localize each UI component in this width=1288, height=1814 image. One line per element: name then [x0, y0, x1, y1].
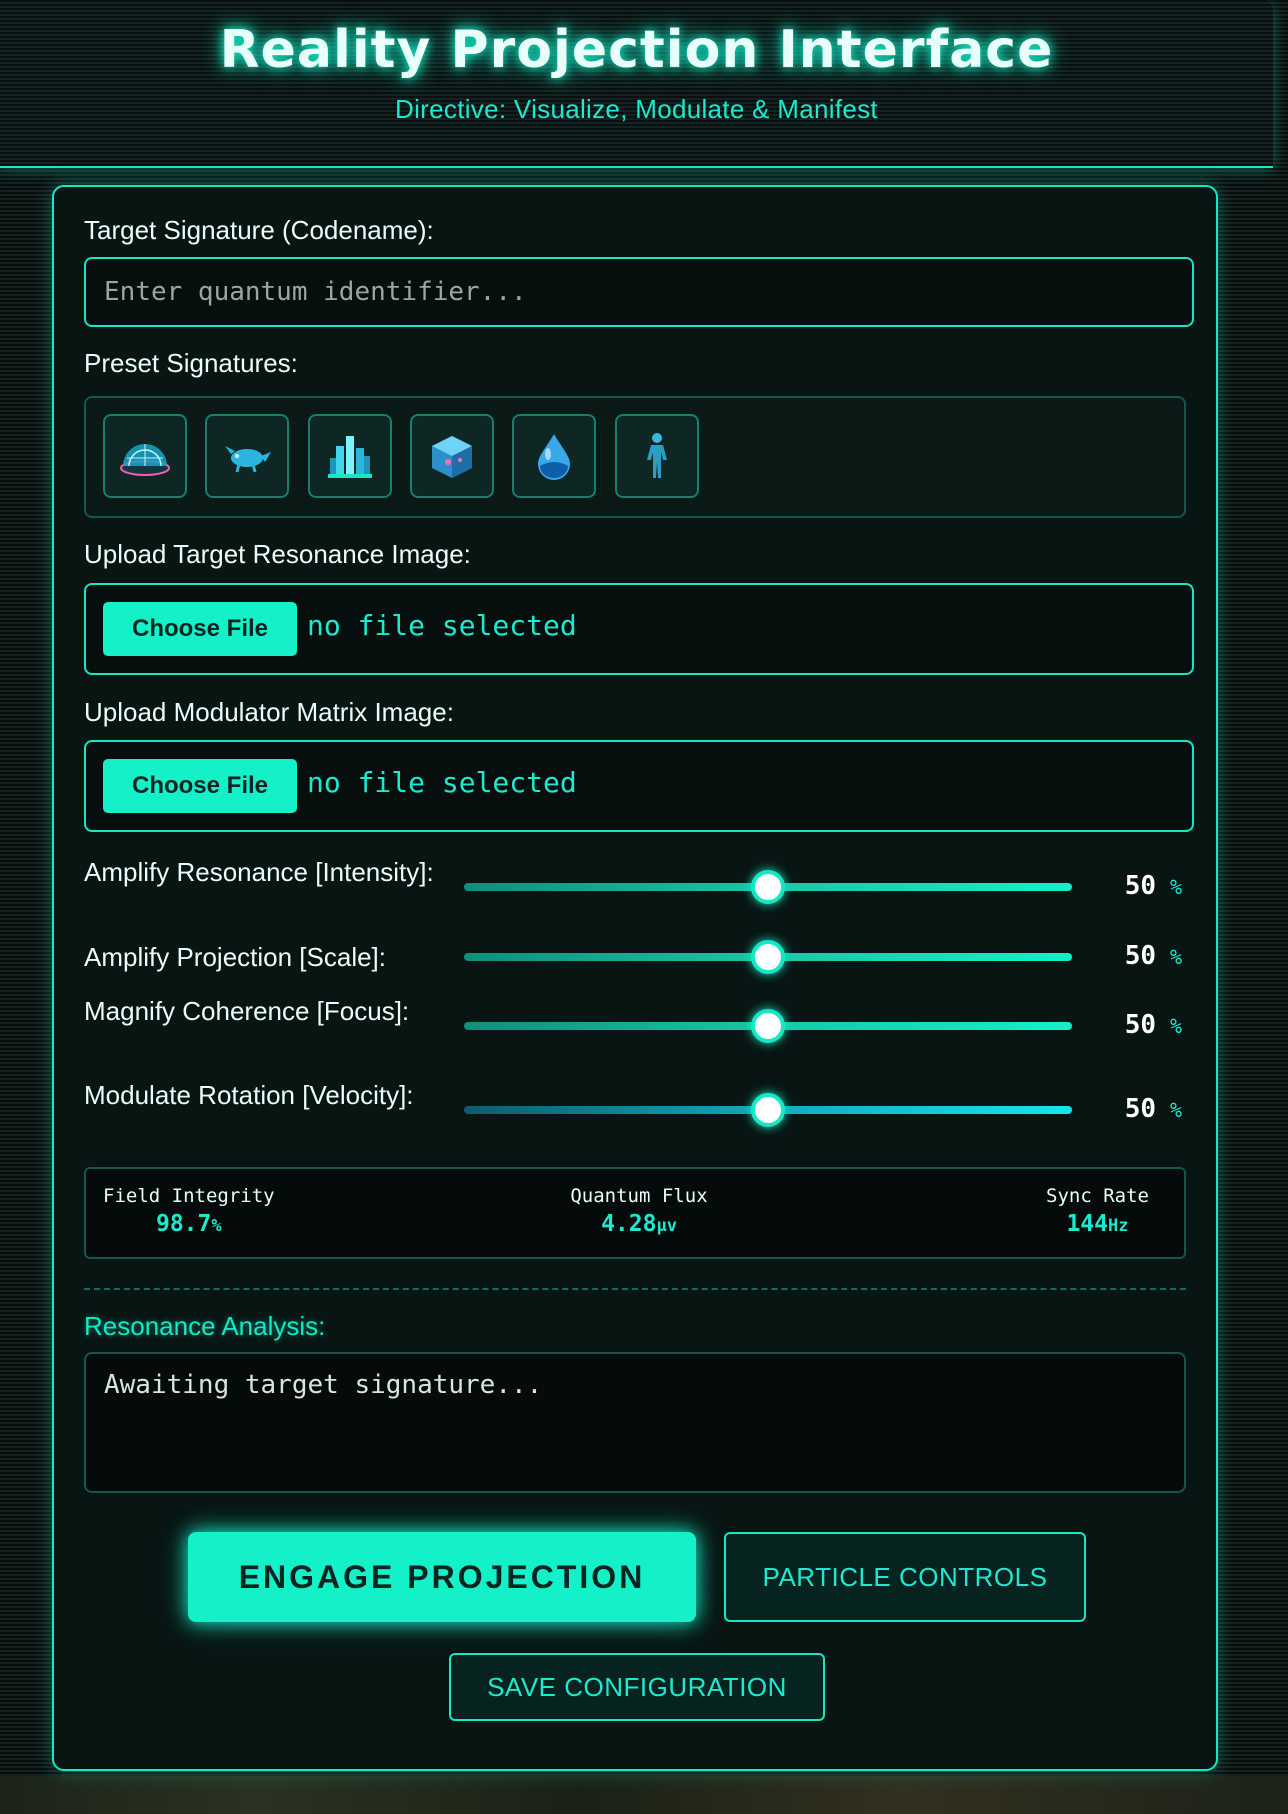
scale-slider[interactable] — [464, 940, 1072, 974]
preset-dome-button[interactable] — [103, 414, 187, 498]
status-readout-panel: Field Integrity 98.7% Quantum Flux 4.28μ… — [84, 1167, 1186, 1259]
creature-icon — [225, 446, 271, 473]
scale-slider-thumb[interactable] — [751, 940, 785, 974]
sync-rate-number: 144 — [1066, 1211, 1108, 1237]
velocity-value: 50 — [1124, 1094, 1156, 1124]
intensity-value: 50 — [1124, 871, 1156, 901]
preset-humanoid-figure-button[interactable] — [615, 414, 699, 498]
upload-resonance-label: Upload Target Resonance Image: — [84, 539, 471, 569]
app-title: Reality Projection Interface — [219, 20, 1054, 80]
sync-rate-stat: Sync Rate 144Hz — [1046, 1185, 1149, 1237]
intensity-unit: % — [1170, 875, 1183, 899]
particle-controls-button[interactable]: PARTICLE CONTROLS — [724, 1532, 1086, 1622]
humanoid-figure-icon — [647, 433, 667, 478]
upload-modulator-field: Choose File no file selected — [84, 740, 1194, 832]
crystal-city-icon — [328, 436, 372, 478]
sync-rate-unit: Hz — [1108, 1216, 1129, 1236]
field-integrity-label: Field Integrity — [103, 1185, 275, 1207]
quantum-flux-number: 4.28 — [601, 1211, 657, 1237]
velocity-slider[interactable] — [464, 1093, 1072, 1127]
app-subtitle: Directive: Visualize, Modulate & Manifes… — [395, 94, 878, 124]
app-header: Reality Projection Interface Directive: … — [0, 0, 1273, 168]
upload-resonance-field: Choose File no file selected — [84, 583, 1194, 675]
field-integrity-value: 98.7% — [103, 1211, 275, 1237]
background-scenery — [0, 1776, 1288, 1814]
focus-value: 50 — [1124, 1010, 1156, 1040]
velocity-slider-label: Modulate Rotation [Velocity]: — [84, 1080, 414, 1110]
focus-slider[interactable] — [464, 1009, 1072, 1043]
field-integrity-stat: Field Integrity 98.7% — [103, 1185, 275, 1237]
preset-signatures-panel — [84, 396, 1186, 518]
focus-slider-thumb[interactable] — [751, 1009, 785, 1043]
focus-unit: % — [1170, 1014, 1183, 1038]
intensity-slider[interactable] — [464, 870, 1072, 904]
field-integrity-number: 98.7 — [155, 1211, 212, 1237]
resonance-analysis-output: Awaiting target signature... — [84, 1352, 1186, 1493]
cube-icon — [432, 436, 472, 478]
section-divider — [84, 1288, 1186, 1290]
control-panel: Target Signature (Codename): Preset Sign… — [52, 185, 1218, 1771]
preset-water-drop-button[interactable] — [512, 414, 596, 498]
quantum-flux-unit: μv — [656, 1216, 677, 1236]
upload-resonance-status: no file selected — [307, 609, 577, 642]
scale-slider-label: Amplify Projection [Scale]: — [84, 942, 387, 972]
focus-slider-label: Magnify Coherence [Focus]: — [84, 996, 410, 1026]
scale-value: 50 — [1124, 941, 1156, 971]
resonance-analysis-label: Resonance Analysis: — [84, 1311, 326, 1341]
field-integrity-unit: % — [211, 1216, 222, 1236]
intensity-slider-label: Amplify Resonance [Intensity]: — [84, 857, 434, 887]
sync-rate-value: 144Hz — [1046, 1211, 1149, 1237]
sync-rate-label: Sync Rate — [1046, 1185, 1149, 1207]
intensity-slider-thumb[interactable] — [751, 870, 785, 904]
quantum-flux-label: Quantum Flux — [570, 1185, 708, 1207]
engage-projection-button[interactable]: ENGAGE PROJECTION — [188, 1532, 696, 1622]
upload-modulator-label: Upload Modulator Matrix Image: — [84, 697, 454, 727]
dome-icon — [120, 444, 170, 476]
quantum-flux-value: 4.28μv — [569, 1211, 709, 1237]
save-configuration-button[interactable]: SAVE CONFIGURATION — [449, 1653, 825, 1721]
preset-creature-button[interactable] — [205, 414, 289, 498]
upload-modulator-status: no file selected — [307, 766, 577, 799]
upload-modulator-choose-file-button[interactable]: Choose File — [103, 759, 297, 813]
target-signature-label: Target Signature (Codename): — [84, 215, 434, 245]
scale-unit: % — [1170, 945, 1183, 969]
preset-crystal-city-button[interactable] — [308, 414, 392, 498]
preset-cube-button[interactable] — [410, 414, 494, 498]
quantum-flux-stat: Quantum Flux 4.28μv — [569, 1185, 709, 1237]
velocity-unit: % — [1170, 1098, 1183, 1122]
target-signature-input[interactable] — [84, 257, 1194, 327]
velocity-slider-thumb[interactable] — [751, 1093, 785, 1127]
water-drop-icon — [538, 434, 570, 480]
upload-resonance-choose-file-button[interactable]: Choose File — [103, 602, 297, 656]
preset-signatures-label: Preset Signatures: — [84, 348, 298, 378]
